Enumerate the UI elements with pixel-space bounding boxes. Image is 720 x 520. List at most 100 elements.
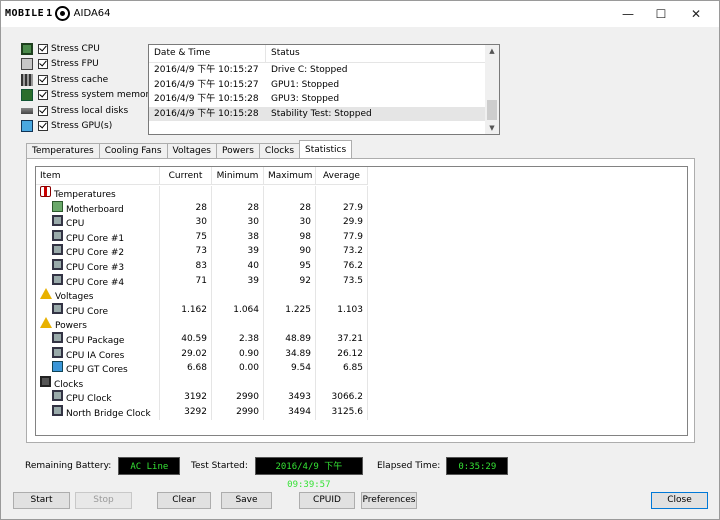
- current-cell: 3292: [160, 405, 212, 420]
- stress-gpu-option[interactable]: Stress GPU(s): [21, 119, 155, 135]
- item-cell: Temperatures: [36, 186, 160, 201]
- log-date: 2016/4/9 下午 10:15:27: [154, 65, 259, 75]
- table-row[interactable]: Motherboard 28 28 28 27.9: [36, 200, 368, 216]
- table-row[interactable]: CPU Core #1 75 38 98 77.9: [36, 229, 368, 245]
- maximum-cell: 28: [264, 200, 316, 216]
- tab-cooling-fans[interactable]: Cooling Fans: [98, 143, 168, 158]
- average-cell: 27.9: [316, 200, 368, 216]
- scroll-down-icon[interactable]: ▼: [485, 122, 499, 134]
- col-average[interactable]: Average: [316, 167, 368, 185]
- average-cell: 37.21: [316, 332, 368, 347]
- col-item[interactable]: Item: [36, 167, 160, 185]
- average-cell: [316, 375, 368, 391]
- table-row[interactable]: CPU 30 30 30 29.9: [36, 215, 368, 230]
- stress-cpu-checkbox[interactable]: [38, 43, 48, 54]
- stop-button[interactable]: Stop: [75, 492, 132, 509]
- stress-memory-checkbox[interactable]: [38, 90, 48, 101]
- minimum-cell: 30: [212, 215, 264, 230]
- tab-clocks[interactable]: Clocks: [258, 143, 301, 158]
- table-row[interactable]: North Bridge Clock 3292 2990 3494 3125.6: [36, 405, 368, 420]
- logo-suffix: 1: [46, 7, 53, 19]
- col-maximum[interactable]: Maximum: [264, 167, 316, 185]
- log-col-date[interactable]: Date & Time: [149, 45, 265, 62]
- scroll-up-icon[interactable]: ▲: [485, 45, 499, 57]
- log-row[interactable]: 2016/4/9 下午 10:15:27 Drive C: Stopped: [149, 63, 486, 78]
- scroll-thumb[interactable]: [487, 100, 497, 120]
- group-row[interactable]: Temperatures: [36, 186, 368, 201]
- log-col-status[interactable]: Status: [265, 45, 486, 62]
- stress-cache-checkbox[interactable]: [38, 74, 48, 85]
- table-row[interactable]: CPU Package 40.59 2.38 48.89 37.21: [36, 332, 368, 347]
- app-logo: MOBILE 1 AIDA64: [5, 5, 111, 21]
- stress-disks-label: Stress local disks: [51, 105, 129, 116]
- minimize-button[interactable]: —: [611, 1, 645, 27]
- minimum-cell: 28: [212, 200, 264, 216]
- save-button[interactable]: Save: [221, 492, 272, 509]
- log-scrollbar[interactable]: ▲ ▼: [485, 45, 499, 134]
- log-row[interactable]: 2016/4/9 下午 10:15:27 GPU1: Stopped: [149, 78, 486, 93]
- stress-cache-option[interactable]: Stress cache: [21, 72, 155, 88]
- maximum-cell: 1.225: [264, 302, 316, 318]
- test-started-info: Test Started: 2016/4/9 下午 09:39:57: [191, 457, 363, 490]
- group-row[interactable]: Clocks: [36, 375, 368, 391]
- stress-options: Stress CPU Stress FPU Stress cache Stres…: [21, 41, 155, 134]
- warning-icon: [40, 317, 52, 329]
- group-row[interactable]: Powers: [36, 317, 368, 332]
- item-cell: CPU: [36, 215, 160, 230]
- preferences-button[interactable]: Preferences: [361, 492, 417, 509]
- col-minimum[interactable]: Minimum: [212, 167, 264, 185]
- item-label: Temperatures: [54, 190, 116, 200]
- gpu-icon: [21, 120, 33, 133]
- col-current[interactable]: Current: [160, 167, 212, 185]
- clear-button[interactable]: Clear: [157, 492, 211, 509]
- table-row[interactable]: CPU Clock 3192 2990 3493 3066.2: [36, 390, 368, 405]
- close-window-button[interactable]: ✕: [679, 1, 713, 27]
- table-row[interactable]: CPU GT Cores 6.68 0.00 9.54 6.85: [36, 361, 368, 376]
- stress-fpu-option[interactable]: Stress FPU: [21, 57, 155, 73]
- log-row[interactable]: 2016/4/9 下午 10:15:28 GPU3: Stopped: [149, 92, 486, 107]
- table-row[interactable]: CPU Core #2 73 39 90 73.2: [36, 244, 368, 259]
- stress-disks-checkbox[interactable]: [38, 105, 48, 116]
- table-row[interactable]: CPU Core #3 83 40 95 76.2: [36, 259, 368, 274]
- memory-icon: [21, 89, 33, 102]
- log-header: Date & Time Status: [149, 45, 486, 63]
- tab-voltages[interactable]: Voltages: [166, 143, 217, 158]
- table-row[interactable]: CPU IA Cores 29.02 0.90 34.89 26.12: [36, 346, 368, 362]
- average-cell: 76.2: [316, 259, 368, 274]
- tab-statistics[interactable]: Statistics: [299, 140, 353, 158]
- status-log-list[interactable]: Date & Time Status 2016/4/9 下午 10:15:27 …: [148, 44, 500, 135]
- maximize-button[interactable]: ☐: [644, 1, 678, 27]
- table-row[interactable]: CPU Core #4 71 39 92 73.5: [36, 273, 368, 289]
- statistics-table[interactable]: Item Current Minimum Maximum Average Tem…: [35, 166, 688, 436]
- battery-value: AC Line: [118, 457, 181, 475]
- log-row-selected[interactable]: 2016/4/9 下午 10:15:28 Stability Test: Sto…: [149, 106, 486, 121]
- start-button[interactable]: Start: [13, 492, 70, 509]
- stress-memory-option[interactable]: Stress system memory: [21, 88, 155, 104]
- maximum-cell: 95: [264, 259, 316, 274]
- cpuid-button[interactable]: CPUID: [299, 492, 355, 509]
- stress-cpu-option[interactable]: Stress CPU: [21, 41, 155, 57]
- tab-powers[interactable]: Powers: [216, 143, 260, 158]
- item-label: CPU Clock: [66, 394, 112, 405]
- close-button[interactable]: Close: [651, 492, 708, 509]
- maximum-cell: 98: [264, 229, 316, 245]
- title-bar[interactable]: MOBILE 1 AIDA64 — ☐ ✕: [1, 1, 719, 27]
- stress-fpu-checkbox[interactable]: [38, 59, 48, 70]
- tab-temperatures[interactable]: Temperatures: [26, 143, 100, 158]
- item-label: CPU: [66, 219, 85, 230]
- current-cell: 83: [160, 259, 212, 274]
- average-cell: 29.9: [316, 215, 368, 230]
- current-cell: [160, 317, 212, 332]
- cpu-icon: [52, 390, 63, 402]
- group-row[interactable]: Voltages: [36, 288, 368, 303]
- minimum-cell: 2990: [212, 405, 264, 420]
- average-cell: [316, 288, 368, 303]
- stress-gpu-checkbox[interactable]: [38, 121, 48, 132]
- stress-disks-option[interactable]: Stress local disks: [21, 103, 155, 119]
- item-label: CPU Package: [66, 336, 125, 346]
- table-row[interactable]: CPU Core 1.162 1.064 1.225 1.103: [36, 302, 368, 318]
- maximum-cell: 9.54: [264, 361, 316, 376]
- log-status: GPU3: Stopped: [271, 94, 340, 104]
- average-cell: [316, 317, 368, 332]
- item-label: CPU Core: [66, 306, 108, 317]
